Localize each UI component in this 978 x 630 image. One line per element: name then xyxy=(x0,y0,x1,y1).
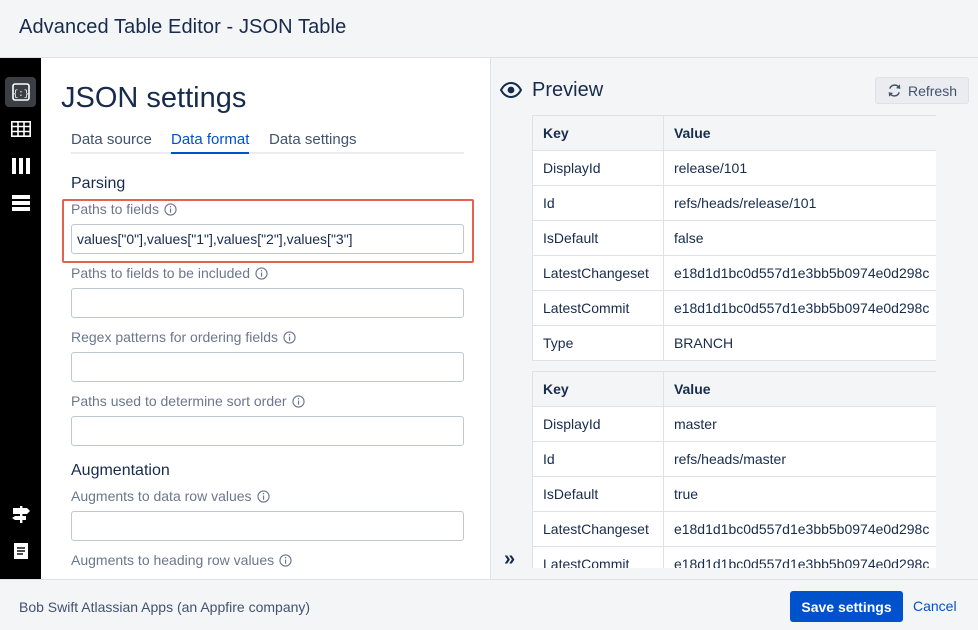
refresh-button[interactable]: Refresh xyxy=(875,77,969,104)
augments-data-row-label: Augments to data row values xyxy=(71,488,270,504)
table-row: LatestChangeset e18d1d1bc0d557d1e3bb5b097… xyxy=(532,511,936,547)
expand-panel-icon[interactable]: » xyxy=(504,548,515,571)
preview-title: Preview xyxy=(532,79,604,101)
table-row: Type BRANCH xyxy=(532,325,936,361)
value-cell: master xyxy=(662,406,936,442)
key-cell: LatestChangeset xyxy=(532,255,664,291)
paths-to-fields-label: Paths to fields xyxy=(71,201,177,217)
augments-heading-row-label-text: Augments to heading row values xyxy=(71,552,275,568)
cancel-link[interactable]: Cancel xyxy=(913,598,957,614)
refresh-icon xyxy=(888,84,901,97)
table-row: LatestCommit e18d1d1bc0d557d1e3bb5b0974e0… xyxy=(532,290,936,326)
columns-icon[interactable] xyxy=(5,151,36,181)
value-cell: refs/heads/release/101 xyxy=(662,185,936,221)
table-row: DisplayId master xyxy=(532,406,936,442)
column-header-value: Value xyxy=(662,371,936,407)
key-cell: DisplayId xyxy=(532,150,664,186)
tab-data-settings[interactable]: Data settings xyxy=(269,131,357,154)
info-icon[interactable] xyxy=(283,330,296,344)
signpost-icon[interactable] xyxy=(5,499,36,529)
key-cell: IsDefault xyxy=(532,220,664,256)
table-row: Id refs/heads/release/101 xyxy=(532,185,936,221)
preview-table-2: Key Value DisplayId master Id refs/heads/m… xyxy=(532,371,936,568)
value-cell: true xyxy=(662,476,936,512)
eye-icon xyxy=(500,82,522,98)
table-header-row: Key Value xyxy=(532,115,936,151)
sidebar: {:} xyxy=(0,58,41,579)
regex-ordering-input[interactable] xyxy=(71,352,464,382)
key-cell: LatestCommit xyxy=(532,546,664,568)
value-cell: false xyxy=(662,220,936,256)
paths-included-input[interactable] xyxy=(71,288,464,318)
key-cell: LatestCommit xyxy=(532,290,664,326)
value-cell: e18d1d1bc0d557d1e3bb5b0974e0d298c xyxy=(662,546,936,568)
paths-to-fields-input[interactable] xyxy=(71,224,464,254)
json-icon[interactable]: {:} xyxy=(5,77,36,107)
info-icon[interactable] xyxy=(291,394,305,408)
column-header-key: Key xyxy=(532,371,664,407)
table-row: LatestChangeset e18d1d1bc0d557d1e3bb5b097… xyxy=(532,255,936,291)
table-row: LatestCommit e18d1d1bc0d557d1e3bb5b0974e0… xyxy=(532,546,936,568)
sort-order-input[interactable] xyxy=(71,416,464,446)
sort-order-label: Paths used to determine sort order xyxy=(71,393,305,409)
value-cell: e18d1d1bc0d557d1e3bb5b0974e0d298c xyxy=(662,255,936,291)
value-cell: release/101 xyxy=(662,150,936,186)
key-cell: Type xyxy=(532,325,664,361)
info-icon[interactable] xyxy=(255,266,268,280)
preview-table-1: Key Value DisplayId release/101 Id refs/he… xyxy=(532,115,936,361)
active-tab-indicator xyxy=(171,152,249,154)
paths-included-label-text: Paths to fields to be included xyxy=(71,265,251,281)
document-icon[interactable] xyxy=(5,536,36,566)
key-cell: Id xyxy=(532,185,664,221)
augments-heading-row-label: Augments to heading row values xyxy=(71,552,292,568)
svg-text:{:}: {:} xyxy=(12,89,28,99)
preview-tables: Key Value DisplayId release/101 Id refs/he… xyxy=(532,115,936,568)
key-cell: IsDefault xyxy=(532,476,664,512)
regex-ordering-label: Regex patterns for ordering fields xyxy=(71,329,296,345)
augments-data-row-label-text: Augments to data row values xyxy=(71,488,252,504)
save-settings-button[interactable]: Save settings xyxy=(790,591,903,622)
value-cell: BRANCH xyxy=(662,325,936,361)
regex-ordering-label-text: Regex patterns for ordering fields xyxy=(71,329,278,345)
value-cell: e18d1d1bc0d557d1e3bb5b0974e0d298c xyxy=(662,511,936,547)
parsing-heading: Parsing xyxy=(71,175,126,192)
info-icon[interactable] xyxy=(164,202,177,216)
rows-icon[interactable] xyxy=(5,188,36,218)
table-row: DisplayId release/101 xyxy=(532,150,936,186)
sort-order-label-text: Paths used to determine sort order xyxy=(71,393,287,409)
settings-title: JSON settings xyxy=(61,82,247,114)
preview-panel: Preview Refresh Key Value DisplayId relea… xyxy=(490,58,978,579)
column-header-value: Value xyxy=(662,115,936,151)
vendor-text: Bob Swift Atlassian Apps (an Appfire com… xyxy=(19,599,311,615)
value-cell: refs/heads/master xyxy=(662,441,936,477)
key-cell: DisplayId xyxy=(532,406,664,442)
paths-to-fields-label-text: Paths to fields xyxy=(71,201,159,217)
refresh-label: Refresh xyxy=(907,82,958,99)
info-icon[interactable] xyxy=(279,553,292,567)
key-cell: Id xyxy=(532,441,664,477)
key-cell: LatestChangeset xyxy=(532,511,664,547)
tab-data-format[interactable]: Data format xyxy=(171,131,249,154)
table-grid-icon[interactable] xyxy=(5,114,36,144)
value-cell: e18d1d1bc0d557d1e3bb5b0974e0d298c xyxy=(662,290,936,326)
tab-data-source[interactable]: Data source xyxy=(71,131,152,154)
column-header-key: Key xyxy=(532,115,664,151)
augmentation-heading: Augmentation xyxy=(71,462,170,479)
augments-data-row-input[interactable] xyxy=(71,511,464,541)
table-header-row: Key Value xyxy=(532,371,936,407)
settings-panel: JSON settings Data source Data format Da… xyxy=(41,58,490,579)
table-row: IsDefault false xyxy=(532,220,936,256)
info-icon[interactable] xyxy=(256,489,270,503)
table-row: IsDefault true xyxy=(532,476,936,512)
footer: Bob Swift Atlassian Apps (an Appfire com… xyxy=(0,579,978,630)
window-title: Advanced Table Editor - JSON Table xyxy=(19,16,347,38)
table-row: Id refs/heads/master xyxy=(532,441,936,477)
title-bar: Advanced Table Editor - JSON Table xyxy=(0,0,978,58)
settings-tabs: Data source Data format Data settings xyxy=(71,130,464,154)
paths-included-label: Paths to fields to be included xyxy=(71,265,268,281)
